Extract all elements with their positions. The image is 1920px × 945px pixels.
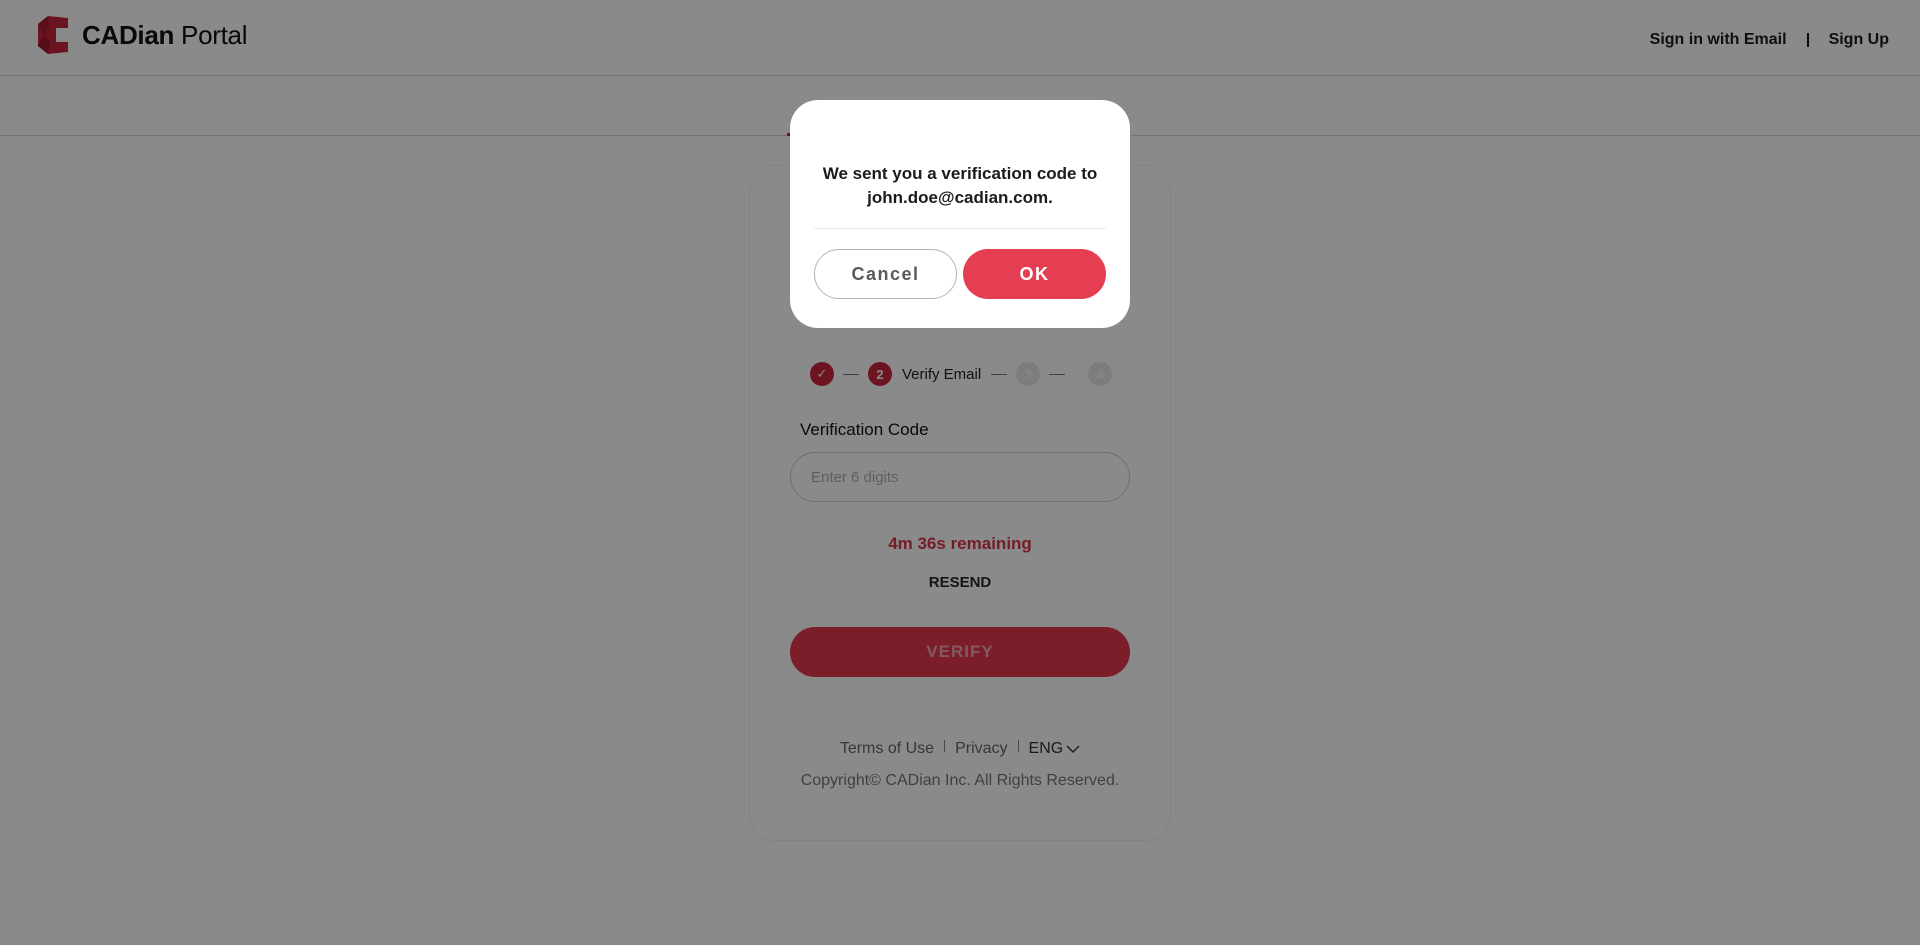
cancel-button[interactable]: Cancel <box>814 249 957 299</box>
dialog-message: We sent you a verification code to john.… <box>790 162 1130 210</box>
ok-button[interactable]: OK <box>963 249 1106 299</box>
dialog-message-line-1: We sent you a verification code to <box>822 164 1098 183</box>
dialog-message-email: john.doe@cadian.com. <box>867 188 1053 207</box>
dialog-divider <box>814 228 1106 229</box>
verification-sent-dialog: We sent you a verification code to john.… <box>790 100 1130 328</box>
